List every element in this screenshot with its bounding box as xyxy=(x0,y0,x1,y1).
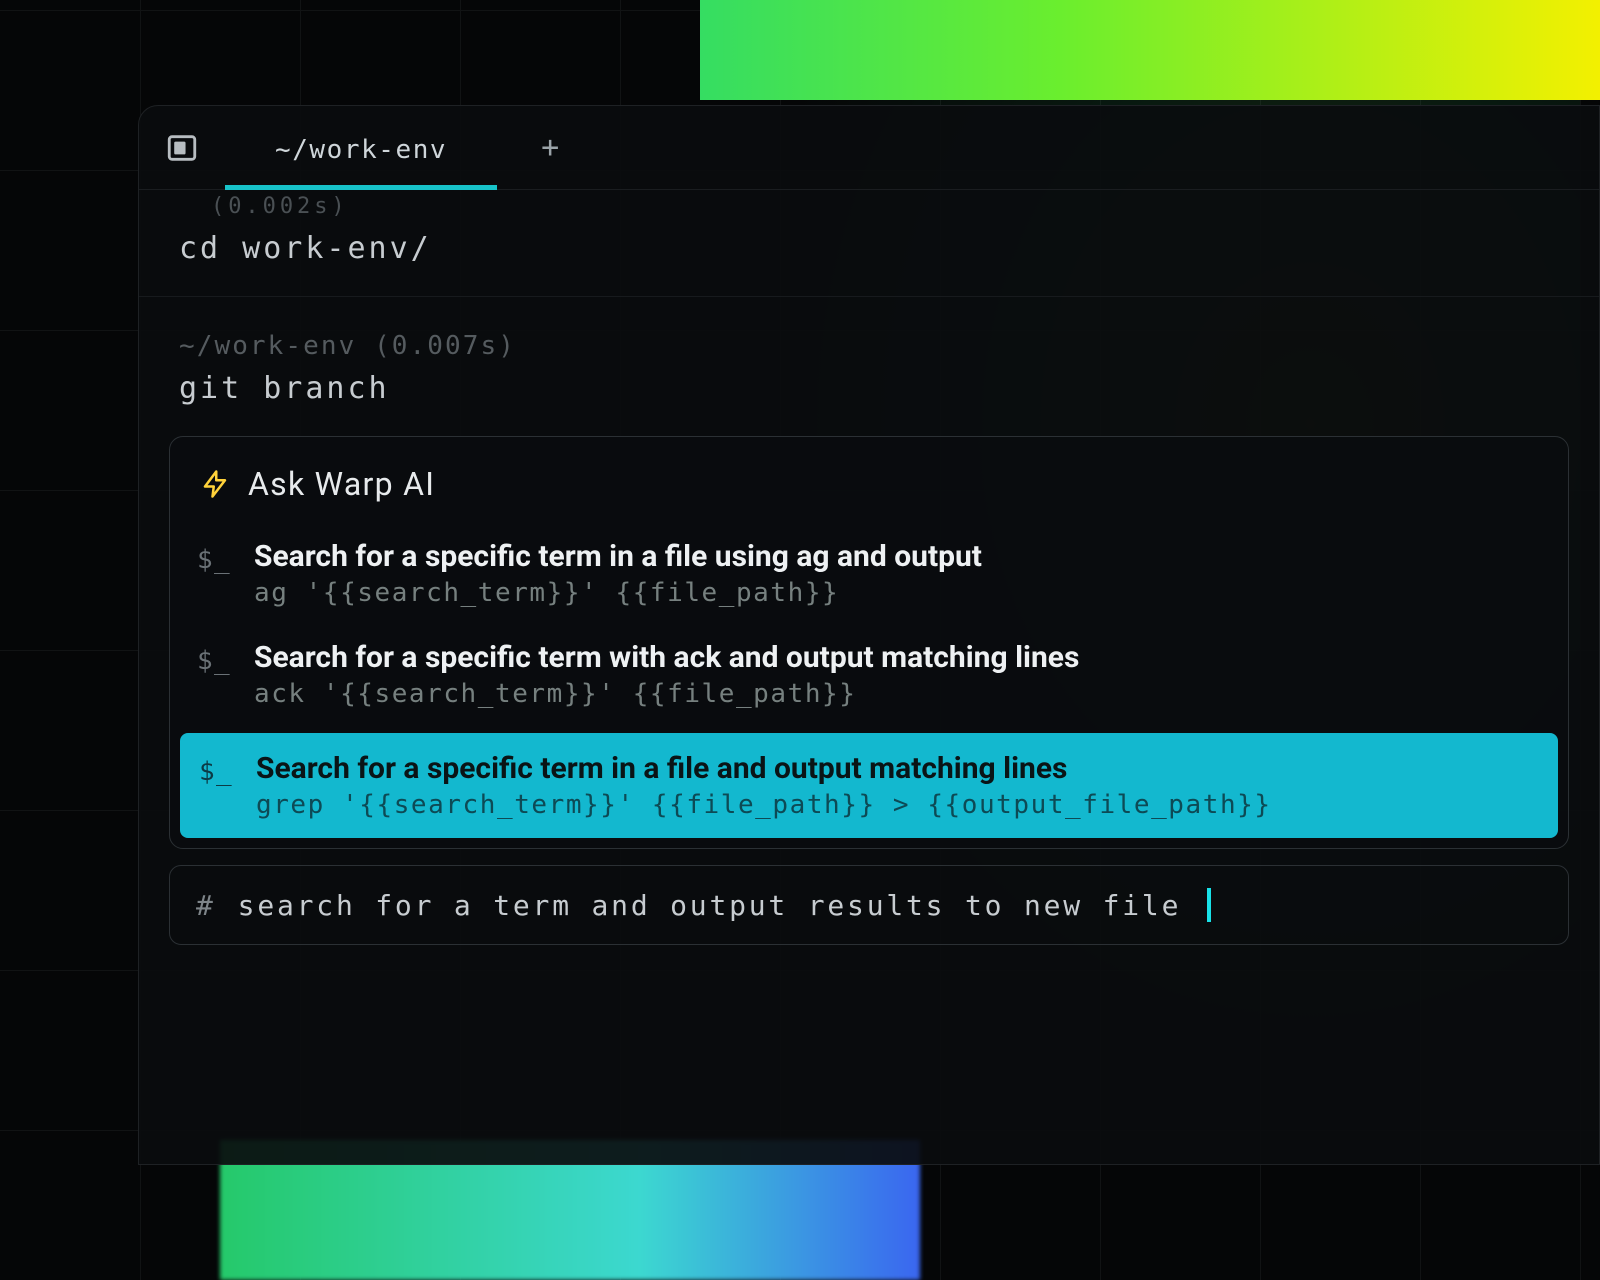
command-input-text: search for a term and output results to … xyxy=(238,889,1182,922)
suggestion-title: Search for a specific term in a file and… xyxy=(256,751,1536,786)
prev-timing: (0.002s) xyxy=(139,190,1599,223)
ai-suggestions-panel: Ask Warp AI $_ Search for a specific ter… xyxy=(169,436,1569,849)
prompt-icon: $_ xyxy=(194,539,234,575)
terminal-window: ~/work-env + (0.002s) cd work-env/ ~/wor… xyxy=(138,105,1600,1165)
shell-command: git branch xyxy=(139,371,1599,436)
comment-hash-icon: # xyxy=(196,889,216,922)
new-tab-button[interactable]: + xyxy=(523,123,577,173)
ai-panel-header[interactable]: Ask Warp AI xyxy=(170,437,1568,525)
tab-title: ~/work-env xyxy=(275,135,447,165)
suggestion-item[interactable]: $_ Search for a specific term in a file … xyxy=(170,525,1568,626)
tab-active[interactable]: ~/work-env xyxy=(225,107,497,189)
suggestion-item[interactable]: $_ Search for a specific term with ack a… xyxy=(170,626,1568,727)
suggestion-title: Search for a specific term in a file usi… xyxy=(254,539,1538,574)
titlebar: ~/work-env + xyxy=(139,106,1599,190)
suggestion-title: Search for a specific term with ack and … xyxy=(254,640,1538,675)
command-input[interactable]: # search for a term and output results t… xyxy=(169,865,1569,945)
lightning-icon xyxy=(200,469,230,499)
plus-icon: + xyxy=(541,130,559,165)
prompt-icon: $_ xyxy=(196,751,236,787)
command-block: ~/work-env (0.007s) git branch xyxy=(139,297,1599,436)
text-caret xyxy=(1207,888,1211,922)
split-panes-icon[interactable] xyxy=(165,131,199,165)
suggestion-item-selected[interactable]: $_ Search for a specific term in a file … xyxy=(180,733,1558,838)
prev-command: cd work-env/ xyxy=(139,223,1599,297)
suggestion-command: grep '{{search_term}}' {{file_path}} > {… xyxy=(256,790,1536,820)
suggestion-command: ag '{{search_term}}' {{file_path}} xyxy=(254,578,1538,608)
tab-underline xyxy=(225,185,497,190)
suggestion-command: ack '{{search_term}}' {{file_path}} xyxy=(254,679,1538,709)
shell-prompt: ~/work-env (0.007s) xyxy=(139,331,1599,371)
terminal-body: (0.002s) cd work-env/ ~/work-env (0.007s… xyxy=(139,190,1599,945)
prompt-icon: $_ xyxy=(194,640,234,676)
ai-panel-title: Ask Warp AI xyxy=(248,465,435,503)
decor-gradient-top xyxy=(700,0,1600,100)
